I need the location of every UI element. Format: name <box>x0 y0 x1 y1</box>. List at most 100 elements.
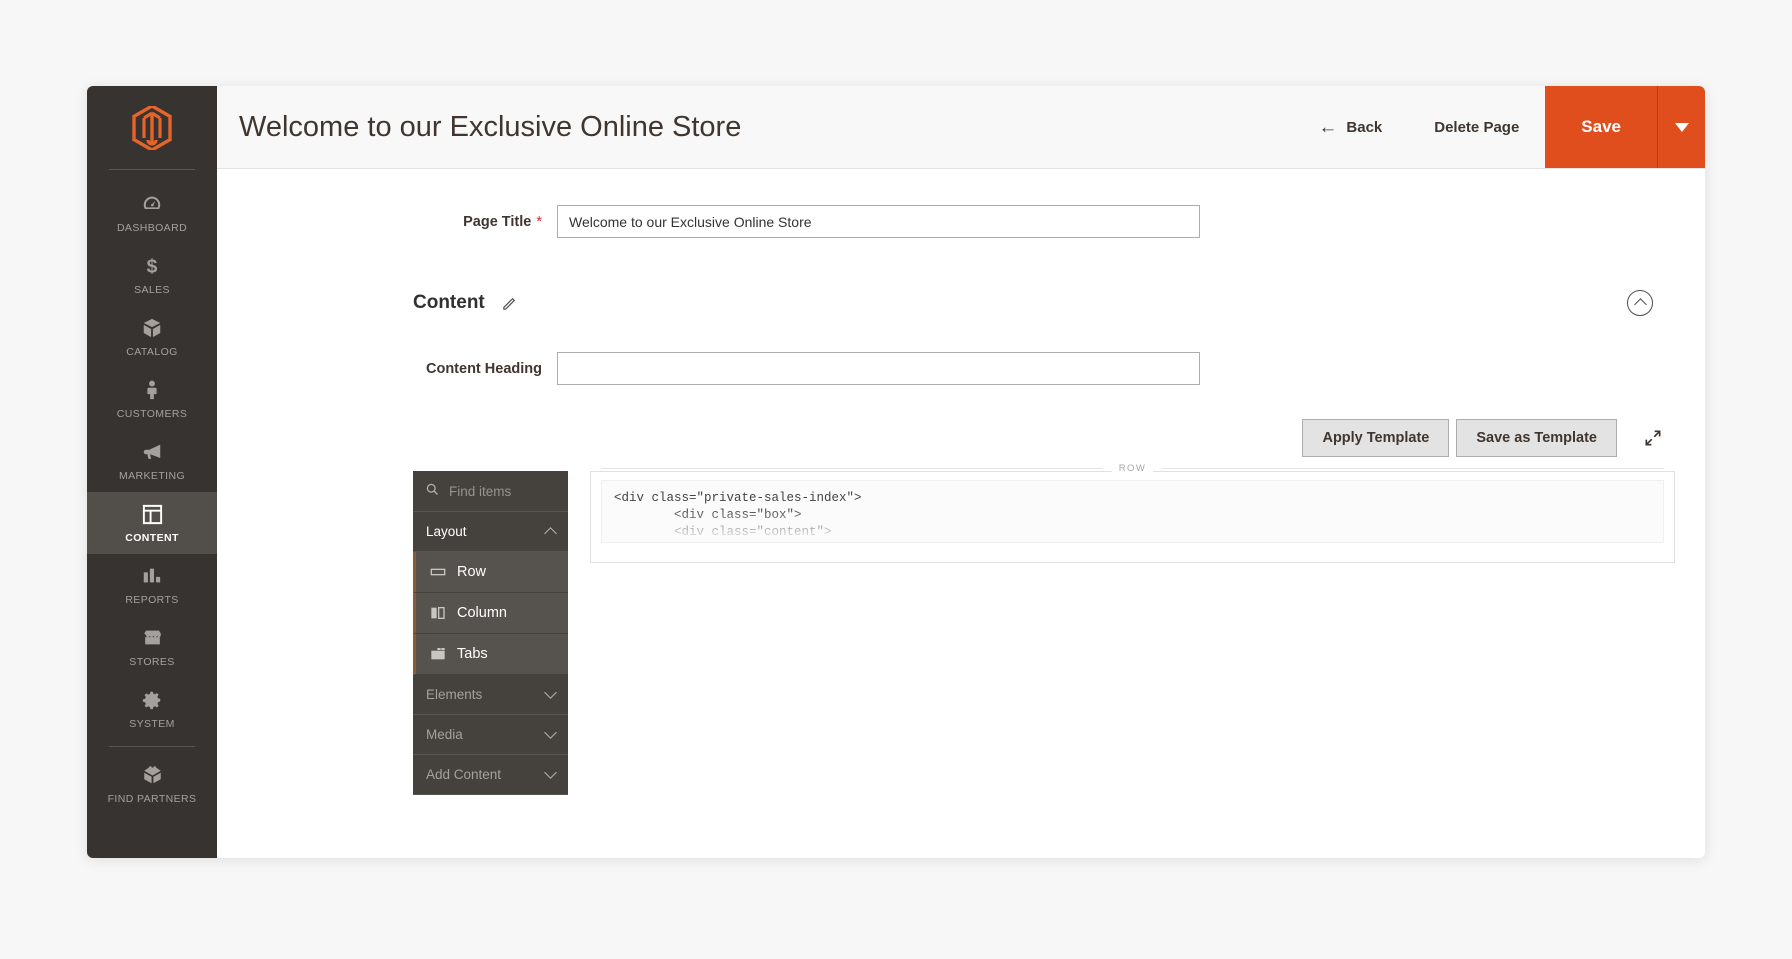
save-as-template-button[interactable]: Save as Template <box>1456 419 1617 457</box>
sidebar-item-content[interactable]: CONTENT <box>87 492 217 554</box>
row-label-line-left <box>601 468 1103 469</box>
page-title-label: Page Title * <box>217 214 557 230</box>
required-marker: * <box>536 213 542 230</box>
content-heading-input[interactable] <box>557 352 1200 385</box>
sidebar-item-system[interactable]: SYSTEM <box>87 678 217 740</box>
page-header: Welcome to our Exclusive Online Store ← … <box>217 86 1705 169</box>
expand-diagonal-icon[interactable] <box>1643 428 1663 448</box>
panel-group-label: Add Content <box>426 767 502 782</box>
panel-group-label: Media <box>426 727 463 742</box>
panel-item-label: Tabs <box>457 646 488 662</box>
sidebar-divider-bottom <box>109 746 195 747</box>
page-content: Page Title* Content Content Heading <box>217 169 1705 858</box>
panel-group-elements[interactable]: Elements <box>413 675 568 715</box>
storefront-icon <box>141 626 164 650</box>
save-split-button: Save <box>1545 86 1705 168</box>
panel-group-label: Layout <box>426 524 467 539</box>
person-icon <box>141 378 163 402</box>
row-stage-label: ROW <box>601 463 1665 474</box>
content-heading-label: Content Heading <box>426 360 542 377</box>
panel-group-add-content[interactable]: Add Content <box>413 755 568 795</box>
tabs-icon <box>429 646 446 662</box>
panel-item-row[interactable]: Row <box>413 552 568 593</box>
pencil-icon[interactable] <box>501 295 518 312</box>
sidebar-item-catalog[interactable]: CATALOG <box>87 306 217 368</box>
back-button[interactable]: ← Back <box>1292 118 1408 137</box>
sidebar-item-dashboard[interactable]: DASHBOARD <box>87 182 217 244</box>
sidebar-item-sales[interactable]: $ SALES <box>87 244 217 306</box>
megaphone-icon <box>140 440 164 464</box>
sidebar-item-label: SALES <box>134 284 170 296</box>
magento-admin-window: DASHBOARD $ SALES CATALOG CUSTOMERS MARK… <box>87 86 1705 858</box>
arrow-left-icon: ← <box>1318 116 1338 138</box>
main-area: Welcome to our Exclusive Online Store ← … <box>217 86 1705 858</box>
content-section-title: Content <box>413 292 485 313</box>
bar-chart-icon <box>141 564 163 588</box>
panel-group-media[interactable]: Media <box>413 715 568 755</box>
chevron-down-icon <box>544 766 557 779</box>
page-builder-canvas[interactable]: ROW <div class="private-sales-index"> <d… <box>590 463 1675 563</box>
magento-logo[interactable] <box>87 86 217 169</box>
sidebar-item-label: CUSTOMERS <box>116 408 188 420</box>
panel-group-layout[interactable]: Layout <box>413 512 568 552</box>
panel-item-column[interactable]: Column <box>413 593 568 634</box>
panel-item-label: Row <box>457 564 487 580</box>
gear-icon <box>141 688 163 712</box>
box-icon <box>141 316 163 340</box>
header-actions: ← Back Delete Page Save <box>1292 86 1705 168</box>
magento-logo-icon <box>132 105 172 150</box>
content-heading-field-row: Content Heading <box>217 316 1705 385</box>
row-label-text: ROW <box>1111 463 1154 474</box>
svg-text:$: $ <box>147 256 158 277</box>
row-label-line-right <box>1162 468 1665 469</box>
content-section-header: Content <box>217 238 1705 316</box>
find-items-input[interactable] <box>449 483 556 499</box>
collapse-section-button[interactable] <box>1627 290 1653 316</box>
back-button-label: Back <box>1346 118 1383 136</box>
panel-search[interactable] <box>413 471 568 512</box>
panel-item-tabs[interactable]: Tabs <box>413 634 568 675</box>
extension-icon <box>141 763 164 787</box>
html-code-text: <div class="private-sales-index"> <div c… <box>614 491 862 539</box>
sidebar-item-label: DASHBOARD <box>116 222 188 234</box>
sidebar-item-reports[interactable]: REPORTS <box>87 554 217 616</box>
sidebar-item-label: CATALOG <box>126 346 178 358</box>
page-title-label-text: Page Title <box>463 213 532 230</box>
html-code-block[interactable]: <div class="private-sales-index"> <div c… <box>601 480 1664 543</box>
sidebar-item-label: FIND PARTNERS <box>107 793 197 805</box>
sidebar-item-marketing[interactable]: MARKETING <box>87 430 217 492</box>
page-title-field-row: Page Title * <box>217 169 1705 238</box>
page-builder-panel: Layout Row Column <box>413 471 568 795</box>
save-button[interactable]: Save <box>1545 86 1657 168</box>
row-icon <box>429 564 446 580</box>
column-icon <box>429 605 446 621</box>
chevron-down-icon <box>544 686 557 699</box>
layout-icon <box>141 502 164 526</box>
save-options-button[interactable] <box>1657 86 1705 168</box>
dollar-icon: $ <box>141 254 163 278</box>
admin-sidebar: DASHBOARD $ SALES CATALOG CUSTOMERS MARK… <box>87 86 217 858</box>
page-title: Welcome to our Exclusive Online Store <box>239 110 742 143</box>
sidebar-item-stores[interactable]: STORES <box>87 616 217 678</box>
delete-page-button[interactable]: Delete Page <box>1408 119 1545 136</box>
chevron-up-icon <box>544 527 557 540</box>
panel-group-label: Elements <box>426 687 483 702</box>
sidebar-item-label: STORES <box>129 656 175 668</box>
sidebar-item-label: REPORTS <box>125 594 179 606</box>
sidebar-divider-top <box>109 169 195 170</box>
caret-down-icon <box>1674 122 1689 132</box>
page-title-input[interactable] <box>557 205 1200 238</box>
gauge-icon <box>141 192 163 216</box>
apply-template-button[interactable]: Apply Template <box>1302 419 1450 457</box>
chevron-up-icon <box>1633 298 1647 311</box>
sidebar-item-label: SYSTEM <box>129 718 175 730</box>
chevron-down-icon <box>544 726 557 739</box>
sidebar-item-label: MARKETING <box>118 470 186 482</box>
page-builder: Layout Row Column <box>217 457 1705 795</box>
sidebar-item-find-partners[interactable]: FIND PARTNERS <box>87 753 217 815</box>
template-toolbar: Apply Template Save as Template <box>217 385 1705 457</box>
panel-item-label: Column <box>457 605 507 621</box>
sidebar-item-customers[interactable]: CUSTOMERS <box>87 368 217 430</box>
search-icon <box>425 482 440 500</box>
sidebar-item-label: CONTENT <box>125 532 179 544</box>
